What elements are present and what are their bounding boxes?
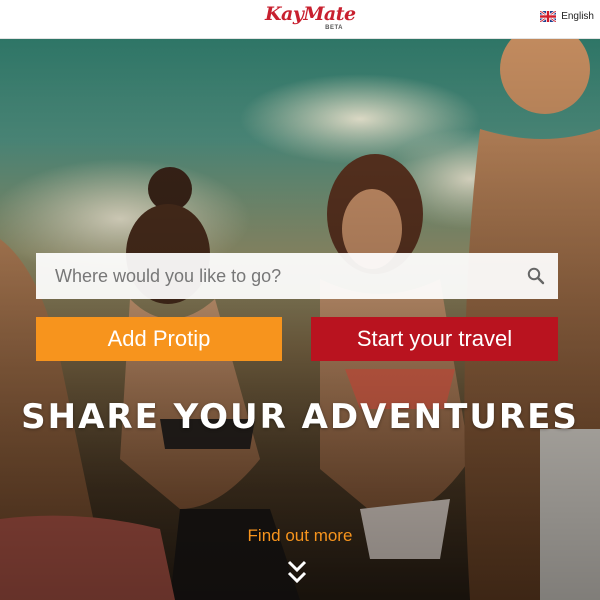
add-protip-button[interactable]: Add Protip [36,317,282,361]
logo-beta-badge: BETA [325,25,343,31]
search-input[interactable] [36,253,514,299]
language-label: English [561,11,594,22]
start-travel-button[interactable]: Start your travel [311,317,558,361]
language-selector[interactable]: English [540,11,594,22]
search-icon[interactable] [514,253,558,299]
hero-headline: SHARE YOUR ADVENTURES [21,397,579,437]
uk-flag-icon [540,11,557,22]
destination-search-bar[interactable] [36,253,558,299]
kaymate-logo[interactable]: KayMate BETA [265,3,356,34]
find-out-more-link[interactable]: Find out more [0,526,600,546]
top-navigation-bar: KayMate BETA English [0,0,600,39]
double-chevron-down-icon[interactable] [287,559,307,585]
hero-section: Add Protip Start your travel SHARE YOUR … [0,39,600,600]
logo-text: KayMate [265,3,356,25]
